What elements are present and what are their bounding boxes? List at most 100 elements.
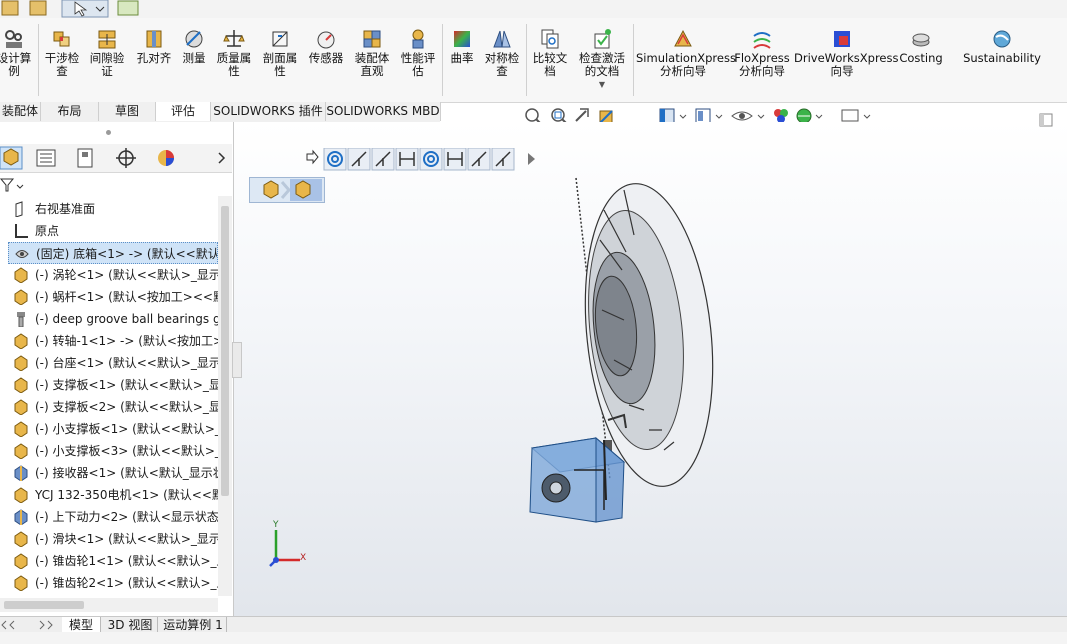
performance-evaluation-label: 性能评 估 xyxy=(400,51,436,78)
tab-sketch[interactable]: 草图 xyxy=(99,102,156,121)
hide-show-items-icon[interactable] xyxy=(731,111,765,121)
concentric-mate-icon[interactable] xyxy=(323,147,347,171)
tree-item-label: (-) 支撑板<2> (默认<<默认>_显示 xyxy=(35,400,218,414)
simulationxpress-button[interactable]: SimulationXpress 分析向导 xyxy=(636,22,736,78)
zoom-to-area-icon[interactable] xyxy=(551,108,567,124)
dimxpertmanager-icon[interactable] xyxy=(116,148,136,168)
panel-collapse-handle[interactable] xyxy=(232,342,242,378)
part-icon xyxy=(14,443,28,459)
filter-icon[interactable] xyxy=(0,174,30,196)
displaymanager-icon[interactable] xyxy=(158,150,174,166)
angle-mate-icon-3[interactable] xyxy=(467,147,491,171)
panel-splitter[interactable] xyxy=(0,122,232,144)
ribbon-divider xyxy=(633,24,634,96)
tree-item-pedestal[interactable]: (-) 台座<1> (默认<<默认>_显示状 xyxy=(0,352,218,374)
fixed-part-icon xyxy=(15,250,29,258)
tree-item-slider[interactable]: (-) 滑块<1> (默认<<默认>_显示状 xyxy=(0,528,218,550)
task-pane-toggle[interactable] xyxy=(1034,110,1064,132)
featuremanager-tree-icon[interactable] xyxy=(0,146,23,170)
section-properties-icon xyxy=(269,28,291,50)
ribbon-divider xyxy=(38,24,39,96)
symmetry-check-button[interactable]: 对称检 查 xyxy=(481,22,523,78)
tree-item-origin[interactable]: 原点 xyxy=(0,220,218,242)
context-toolbar xyxy=(304,147,544,172)
sensor-button[interactable]: 传感器 xyxy=(306,22,346,65)
tree-item-receiver[interactable]: (-) 接收器<1> (默认<默认_显示状 xyxy=(0,462,218,484)
tree-item-bevel-gear-1[interactable]: (-) 锥齿轮1<1> (默认<<默认>_显 xyxy=(0,550,218,572)
tree-vertical-scrollbar[interactable] xyxy=(218,196,232,596)
graphics-viewport[interactable]: Y X xyxy=(232,113,1067,616)
tree-horizontal-scrollbar[interactable] xyxy=(0,598,218,612)
interference-check-button[interactable]: 干涉检 查 xyxy=(42,22,82,78)
tree-item-small-support-1[interactable]: (-) 小支撑板<1> (默认<<默认>_显 xyxy=(0,418,218,440)
tree-item-motor[interactable]: YCJ 132-350电机<1> (默认<<默认 xyxy=(0,484,218,506)
tree-item-bearing[interactable]: (-) deep groove ball bearings g xyxy=(0,308,218,330)
hole-align-button[interactable]: 孔对齐 xyxy=(133,22,175,65)
tab-layout[interactable]: 布局 xyxy=(41,102,99,121)
tree-item-small-support-3[interactable]: (-) 小支撑板<3> (默认<<默认>_显 xyxy=(0,440,218,462)
tab-evaluate[interactable]: 评估 xyxy=(156,102,211,121)
measure-button[interactable]: 测量 xyxy=(178,22,210,65)
driveworksxpress-button[interactable]: DriveWorksXpress 向导 xyxy=(794,22,898,78)
mass-properties-button[interactable]: 质量属 性 xyxy=(214,22,254,78)
chevron-down-icon[interactable]: ▼ xyxy=(573,78,631,91)
part-icon xyxy=(14,553,28,569)
clearance-verify-button[interactable]: 间隙验 证 xyxy=(87,22,127,78)
sustainability-button[interactable]: Sustainability xyxy=(963,22,1041,65)
tab-solidworks-mbd[interactable]: SOLIDWORKS MBD xyxy=(326,102,441,121)
motor-base-box[interactable] xyxy=(529,436,626,523)
edit-appearance-icon[interactable] xyxy=(774,109,788,123)
tab-3d-view[interactable]: 3D 视图 xyxy=(103,617,158,633)
tree-item-label: (-) 台座<1> (默认<<默认>_显示状 xyxy=(35,356,218,370)
tree-item-support-plate-2[interactable]: (-) 支撑板<2> (默认<<默认>_显示 xyxy=(0,396,218,418)
angle-mate-icon-2[interactable] xyxy=(371,147,395,171)
part-icon xyxy=(14,267,28,283)
costing-button[interactable]: Costing xyxy=(896,22,946,65)
tree-item-label: (固定) 底箱<1> -> (默认<<默认> xyxy=(36,247,218,261)
distance-mate-icon-2[interactable] xyxy=(443,147,467,171)
zoom-to-fit-icon[interactable] xyxy=(525,108,541,124)
curvature-button[interactable]: 曲率 xyxy=(446,22,478,65)
tree-item-worm[interactable]: (-) 蜗杆<1> (默认<按加工><<默 xyxy=(0,286,218,308)
tree-item-turbine[interactable]: (-) 涡轮<1> (默认<<默认>_显示状 xyxy=(0,264,218,286)
check-active-document-button[interactable]: 检查激活 的文档 ▼ xyxy=(573,22,631,91)
apply-scene-icon[interactable] xyxy=(796,108,823,124)
design-study-label: 设计算 例 xyxy=(0,51,32,78)
assembly-visualization-button[interactable]: 装配体 直观 xyxy=(350,22,394,78)
chevron-right-icon[interactable] xyxy=(218,152,226,164)
design-study-button[interactable]: 设计算 例 xyxy=(0,22,34,78)
tree-item-shaft[interactable]: (-) 转轴-1<1> -> (默认<按加工> xyxy=(0,330,218,352)
tab-model[interactable]: 模型 xyxy=(62,617,101,633)
quick-access-icons[interactable] xyxy=(0,0,200,18)
tree-item-vertical-drive[interactable]: (-) 上下动力<2> (默认<显示状态- xyxy=(0,506,218,528)
arrow-icon[interactable] xyxy=(306,149,319,165)
concentric-mate-icon-2[interactable] xyxy=(419,147,443,171)
angle-mate-icon-4[interactable] xyxy=(491,147,515,171)
propertymanager-icon[interactable] xyxy=(36,149,56,167)
view-orientation-icon[interactable] xyxy=(659,108,687,124)
tree-item-right-plane[interactable]: 右视基准面 xyxy=(0,198,218,220)
floxpress-button[interactable]: FloXpress 分析向导 xyxy=(734,22,790,78)
tree-item-base-box[interactable]: (固定) 底箱<1> -> (默认<<默认> xyxy=(8,242,218,264)
3d-model-view[interactable] xyxy=(504,170,734,530)
compare-documents-button[interactable]: 比较文 档 xyxy=(529,22,571,78)
sustainability-icon xyxy=(991,28,1013,50)
tab-motion-study-1[interactable]: 运动算例 1 xyxy=(160,617,227,633)
tab-assembly[interactable]: 装配体 xyxy=(0,102,41,121)
performance-evaluation-button[interactable]: 性能评 估 xyxy=(397,22,439,78)
tab-solidworks-addins[interactable]: SOLIDWORKS 插件 xyxy=(211,102,326,121)
section-properties-button[interactable]: 剖面属 性 xyxy=(260,22,300,78)
triangle-right-icon[interactable] xyxy=(528,153,535,165)
previous-view-icon[interactable] xyxy=(575,108,589,122)
selected-entities-box[interactable] xyxy=(249,177,325,203)
tree-item-support-plate-1[interactable]: (-) 支撑板<1> (默认<<默认>_显示 xyxy=(0,374,218,396)
configurationmanager-icon[interactable] xyxy=(77,148,93,168)
tab-scroll-arrows[interactable] xyxy=(0,617,56,633)
angle-mate-icon[interactable] xyxy=(347,147,371,171)
display-style-icon[interactable] xyxy=(695,108,723,124)
distance-mate-icon[interactable] xyxy=(395,147,419,171)
tree-item-bevel-gear-2[interactable]: (-) 锥齿轮2<1> (默认<<默认>_显 xyxy=(0,572,218,592)
tree-item-label: (-) 上下动力<2> (默认<显示状态- xyxy=(35,510,218,524)
measure-label: 测量 xyxy=(182,51,206,65)
sensor-icon xyxy=(315,28,337,50)
